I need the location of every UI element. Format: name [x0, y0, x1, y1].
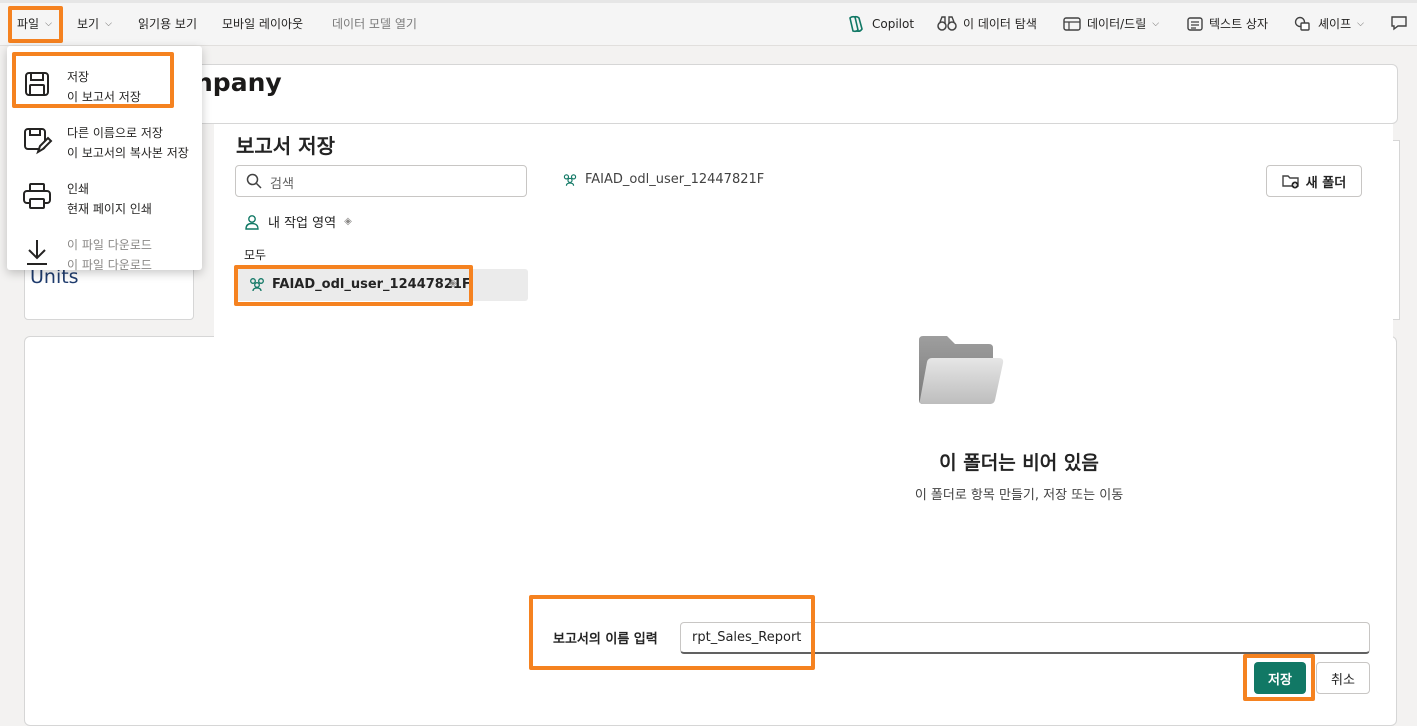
empty-folder-icon	[919, 336, 1004, 404]
save-as-icon	[24, 128, 53, 155]
menu-item-save[interactable]: 저장 이 보고서 저장	[7, 58, 202, 110]
shapes-label: 셰이프	[1318, 17, 1352, 31]
download-icon	[27, 240, 47, 265]
save-button[interactable]: 저장	[1254, 662, 1306, 694]
new-folder-label: 새 폴더	[1305, 175, 1347, 191]
data-drill-label: 데이터/드릴	[1087, 17, 1147, 31]
menu-item-title: 다른 이름으로 저장	[67, 126, 163, 140]
empty-folder-title: 이 폴더는 비어 있음	[939, 452, 1099, 474]
premium-diamond-icon: ◈	[449, 278, 457, 289]
shapes-button[interactable]: 셰이프 ⌵	[1294, 15, 1364, 32]
chevron-down-icon: ⌵	[1152, 18, 1160, 29]
workspace-icon	[250, 278, 264, 292]
open-data-model-button[interactable]: 데이터 모델 열기	[332, 15, 417, 32]
view-menu-button[interactable]: 보기 ⌵	[77, 15, 112, 32]
report-title-card	[170, 64, 1398, 124]
comment-icon	[1391, 16, 1407, 31]
save-icon	[25, 72, 49, 96]
copilot-label: Copilot	[872, 17, 915, 31]
ribbon: 파일 ⌵ 보기 ⌵ 읽기용 보기 모바일 레이아웃 데이터 모델 열기 Copi…	[0, 0, 1417, 46]
menu-item-title: 이 파일 다운로드	[67, 238, 152, 252]
workspace-item-label: FAIAD_odl_user_12447821F	[272, 277, 471, 292]
copilot-icon	[849, 15, 863, 33]
more-ribbon-button[interactable]	[1390, 15, 1408, 31]
workspace-icon	[563, 174, 577, 186]
data-drill-button[interactable]: 데이터/드릴 ⌵	[1063, 15, 1159, 32]
file-menu-button[interactable]: 파일 ⌵	[17, 15, 52, 32]
menu-item-title: 인쇄	[67, 182, 90, 196]
text-box-button[interactable]: 텍스트 상자	[1187, 15, 1268, 32]
explore-data-button[interactable]: 이 데이터 탐색	[937, 15, 1037, 32]
empty-folder-subtitle: 이 폴더로 항목 만들기, 저장 또는 이동	[914, 488, 1124, 503]
file-menu-label: 파일	[17, 17, 40, 31]
print-icon	[23, 183, 51, 209]
menu-item-save-as[interactable]: 다른 이름으로 저장 이 보고서의 복사본 저장	[7, 114, 202, 166]
person-icon	[245, 214, 259, 230]
menu-item-subtitle: 이 파일 다운로드	[67, 258, 152, 272]
explore-data-label: 이 데이터 탐색	[963, 17, 1037, 31]
chevron-down-icon: ⌵	[105, 18, 112, 29]
save-report-dialog: 보고서 저장 검색 내 작업 영역 ◈ 모두 FAIAD_odl_user_12…	[214, 124, 1393, 720]
menu-item-download[interactable]: 이 파일 다운로드 이 파일 다운로드	[7, 226, 202, 278]
chevron-down-icon: ⌵	[45, 18, 52, 29]
workspace-item-selected[interactable]: FAIAD_odl_user_12447821F ◈	[236, 269, 528, 301]
binoculars-icon	[937, 15, 957, 31]
report-name-input[interactable]: rpt_Sales_Report	[680, 622, 1370, 654]
text-box-label: 텍스트 상자	[1209, 17, 1269, 31]
table-icon	[1063, 16, 1081, 31]
search-input[interactable]: 검색	[235, 165, 527, 197]
menu-item-print[interactable]: 인쇄 현재 페이지 인쇄	[7, 170, 202, 222]
file-menu: 저장 이 보고서 저장 다른 이름으로 저장 이 보고서의 복사본 저장 인쇄 …	[7, 46, 202, 272]
my-workspace-item[interactable]: 내 작업 영역 ◈	[244, 212, 352, 231]
new-folder-button[interactable]: 새 폴더	[1266, 165, 1362, 197]
view-menu-label: 보기	[77, 17, 100, 31]
report-title-text: npany	[195, 68, 282, 97]
premium-diamond-icon: ◈	[344, 216, 352, 227]
menu-item-title: 저장	[67, 70, 90, 84]
menu-item-subtitle: 현재 페이지 인쇄	[67, 202, 152, 216]
reading-view-button[interactable]: 읽기용 보기	[138, 15, 197, 32]
search-placeholder: 검색	[270, 177, 294, 192]
shapes-icon	[1294, 16, 1310, 31]
copilot-button[interactable]: Copilot	[846, 15, 914, 33]
text-box-icon	[1187, 16, 1203, 31]
my-workspace-label: 내 작업 영역	[268, 216, 337, 231]
current-location-label: FAIAD_odl_user_12447821F	[585, 172, 765, 187]
search-icon	[246, 173, 262, 189]
folder-add-icon	[1282, 175, 1299, 189]
cancel-button[interactable]: 취소	[1316, 662, 1370, 694]
dialog-title: 보고서 저장	[236, 134, 335, 158]
mobile-layout-button[interactable]: 모바일 레이아웃	[222, 15, 303, 32]
all-workspaces-label: 모두	[244, 248, 267, 262]
report-name-label: 보고서의 이름 입력	[553, 632, 658, 647]
menu-item-subtitle: 이 보고서의 복사본 저장	[67, 146, 189, 160]
chevron-down-icon: ⌵	[1357, 18, 1364, 29]
current-location-breadcrumb: FAIAD_odl_user_12447821F	[562, 172, 764, 187]
menu-item-subtitle: 이 보고서 저장	[67, 90, 141, 104]
